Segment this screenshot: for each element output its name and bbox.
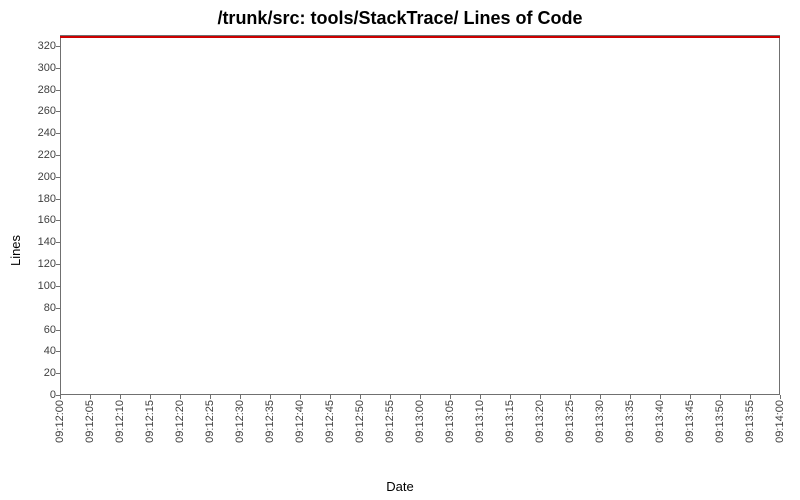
x-tick-mark bbox=[780, 395, 781, 399]
y-tick-label: 0 bbox=[30, 389, 56, 401]
y-tick-mark bbox=[56, 111, 60, 112]
x-tick-mark bbox=[600, 395, 601, 399]
y-axis-label-text: Lines bbox=[9, 234, 24, 265]
y-tick-label: 100 bbox=[30, 280, 56, 292]
x-tick-label: 09:13:05 bbox=[444, 400, 456, 443]
x-tick-mark bbox=[750, 395, 751, 399]
x-tick-label: 09:13:50 bbox=[714, 400, 726, 443]
x-tick-mark bbox=[630, 395, 631, 399]
x-tick-mark bbox=[540, 395, 541, 399]
y-tick-mark bbox=[56, 242, 60, 243]
y-tick-label: 120 bbox=[30, 258, 56, 270]
x-tick-label: 09:13:30 bbox=[594, 400, 606, 443]
y-tick-mark bbox=[56, 308, 60, 309]
x-tick-label: 09:13:45 bbox=[684, 400, 696, 443]
y-tick-label: 60 bbox=[30, 324, 56, 336]
y-tick-label: 200 bbox=[30, 171, 56, 183]
y-tick-label: 140 bbox=[30, 236, 56, 248]
y-tick-label: 220 bbox=[30, 149, 56, 161]
x-tick-mark bbox=[330, 395, 331, 399]
x-tick-label: 09:13:35 bbox=[624, 400, 636, 443]
x-axis-label: Date bbox=[0, 479, 800, 494]
x-tick-label: 09:12:05 bbox=[84, 400, 96, 443]
x-tick-mark bbox=[420, 395, 421, 399]
x-tick-label: 09:13:40 bbox=[654, 400, 666, 443]
x-tick-label: 09:13:25 bbox=[564, 400, 576, 443]
x-tick-label: 09:12:20 bbox=[174, 400, 186, 443]
x-tick-mark bbox=[120, 395, 121, 399]
x-tick-label: 09:13:00 bbox=[414, 400, 426, 443]
y-tick-label: 320 bbox=[30, 40, 56, 52]
y-tick-label: 260 bbox=[30, 105, 56, 117]
y-tick-label: 20 bbox=[30, 367, 56, 379]
y-tick-mark bbox=[56, 46, 60, 47]
x-tick-mark bbox=[660, 395, 661, 399]
x-tick-mark bbox=[150, 395, 151, 399]
x-tick-mark bbox=[720, 395, 721, 399]
y-tick-mark bbox=[56, 351, 60, 352]
y-tick-mark bbox=[56, 286, 60, 287]
x-tick-label: 09:12:45 bbox=[324, 400, 336, 443]
y-axis-label: Lines bbox=[6, 0, 26, 500]
chart-title: /trunk/src: tools/StackTrace/ Lines of C… bbox=[0, 8, 800, 29]
x-tick-mark bbox=[450, 395, 451, 399]
y-tick-mark bbox=[56, 373, 60, 374]
x-tick-label: 09:12:35 bbox=[264, 400, 276, 443]
y-tick-mark bbox=[56, 177, 60, 178]
y-tick-label: 180 bbox=[30, 193, 56, 205]
x-tick-mark bbox=[570, 395, 571, 399]
y-tick-label: 280 bbox=[30, 84, 56, 96]
y-tick-label: 300 bbox=[30, 62, 56, 74]
y-tick-label: 80 bbox=[30, 302, 56, 314]
x-tick-mark bbox=[510, 395, 511, 399]
y-tick-mark bbox=[56, 155, 60, 156]
x-tick-mark bbox=[60, 395, 61, 399]
x-tick-mark bbox=[240, 395, 241, 399]
x-tick-mark bbox=[690, 395, 691, 399]
x-tick-mark bbox=[360, 395, 361, 399]
y-tick-mark bbox=[56, 133, 60, 134]
x-tick-label: 09:13:15 bbox=[504, 400, 516, 443]
y-tick-label: 160 bbox=[30, 214, 56, 226]
loc-chart: /trunk/src: tools/StackTrace/ Lines of C… bbox=[0, 0, 800, 500]
x-tick-label: 09:14:00 bbox=[774, 400, 786, 443]
y-tick-label: 40 bbox=[30, 345, 56, 357]
y-tick-mark bbox=[56, 199, 60, 200]
x-tick-label: 09:12:55 bbox=[384, 400, 396, 443]
plot-area bbox=[60, 35, 780, 395]
x-tick-label: 09:12:10 bbox=[114, 400, 126, 443]
x-tick-mark bbox=[300, 395, 301, 399]
x-tick-label: 09:12:50 bbox=[354, 400, 366, 443]
x-tick-label: 09:12:25 bbox=[204, 400, 216, 443]
y-tick-mark bbox=[56, 68, 60, 69]
x-tick-label: 09:12:00 bbox=[54, 400, 66, 443]
y-tick-mark bbox=[56, 330, 60, 331]
x-tick-label: 09:13:10 bbox=[474, 400, 486, 443]
data-series-line bbox=[60, 36, 780, 38]
x-tick-mark bbox=[210, 395, 211, 399]
x-tick-mark bbox=[90, 395, 91, 399]
y-tick-mark bbox=[56, 220, 60, 221]
y-tick-mark bbox=[56, 264, 60, 265]
x-tick-label: 09:12:30 bbox=[234, 400, 246, 443]
x-tick-label: 09:13:20 bbox=[534, 400, 546, 443]
y-tick-mark bbox=[56, 90, 60, 91]
x-tick-mark bbox=[180, 395, 181, 399]
x-tick-mark bbox=[270, 395, 271, 399]
x-tick-mark bbox=[390, 395, 391, 399]
x-tick-label: 09:12:15 bbox=[144, 400, 156, 443]
y-tick-label: 240 bbox=[30, 127, 56, 139]
x-tick-label: 09:13:55 bbox=[744, 400, 756, 443]
x-tick-mark bbox=[480, 395, 481, 399]
x-tick-label: 09:12:40 bbox=[294, 400, 306, 443]
